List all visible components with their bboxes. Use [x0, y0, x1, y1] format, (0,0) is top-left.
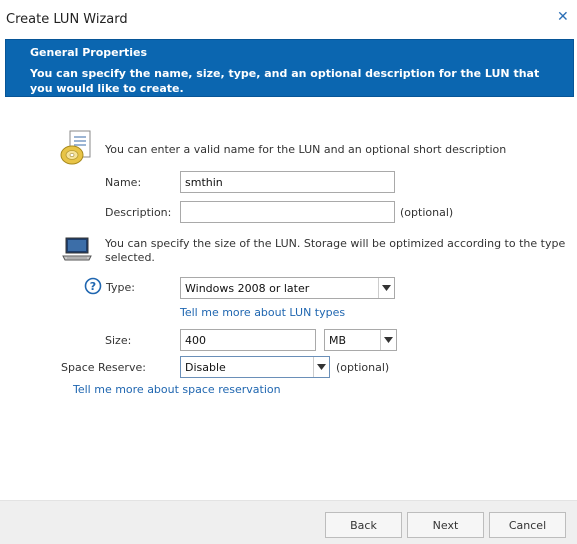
space-reserve-select[interactable]: Disable: [180, 356, 330, 378]
header-banner: General Properties You can specify the n…: [5, 39, 574, 97]
name-label: Name:: [105, 176, 142, 189]
description-label: Description:: [105, 206, 172, 219]
size-unit-value: MB: [329, 334, 347, 347]
space-reservation-link[interactable]: Tell me more about space reservation: [73, 383, 281, 396]
size-label: Size:: [105, 334, 132, 347]
chevron-down-icon[interactable]: [380, 330, 396, 350]
banner-description: You can specify the name, size, type, an…: [30, 67, 540, 95]
svg-text:?: ?: [90, 280, 96, 293]
back-button[interactable]: Back: [325, 512, 402, 538]
name-section-intro: You can enter a valid name for the LUN a…: [105, 143, 507, 156]
space-reserve-optional-hint: (optional): [336, 361, 390, 374]
space-reserve-label: Space Reserve:: [61, 361, 146, 374]
cancel-button[interactable]: Cancel: [489, 512, 566, 538]
name-input[interactable]: [180, 171, 395, 193]
type-select-value: Windows 2008 or later: [185, 282, 310, 295]
banner-title: General Properties: [30, 46, 148, 59]
cd-document-icon: [60, 130, 91, 165]
question-circle-icon[interactable]: ?: [84, 277, 102, 295]
type-select[interactable]: Windows 2008 or later: [180, 277, 395, 299]
space-reserve-value: Disable: [185, 361, 226, 374]
title-bar: Create LUN Wizard ✕: [0, 0, 577, 38]
description-optional-hint: (optional): [400, 206, 454, 219]
size-unit-select[interactable]: MB: [324, 329, 397, 351]
description-input[interactable]: [180, 201, 395, 223]
lun-types-link[interactable]: Tell me more about LUN types: [180, 306, 345, 319]
close-icon[interactable]: ✕: [557, 9, 569, 25]
next-button[interactable]: Next: [407, 512, 484, 538]
type-label: Type:: [106, 281, 135, 294]
size-section-intro-line2: selected.: [105, 251, 155, 264]
window-title: Create LUN Wizard: [6, 12, 128, 27]
laptop-icon: [62, 237, 92, 261]
chevron-down-icon[interactable]: [313, 357, 329, 377]
size-input[interactable]: [180, 329, 316, 351]
chevron-down-icon[interactable]: [378, 278, 394, 298]
size-section-intro-line1: You can specify the size of the LUN. Sto…: [105, 237, 566, 250]
